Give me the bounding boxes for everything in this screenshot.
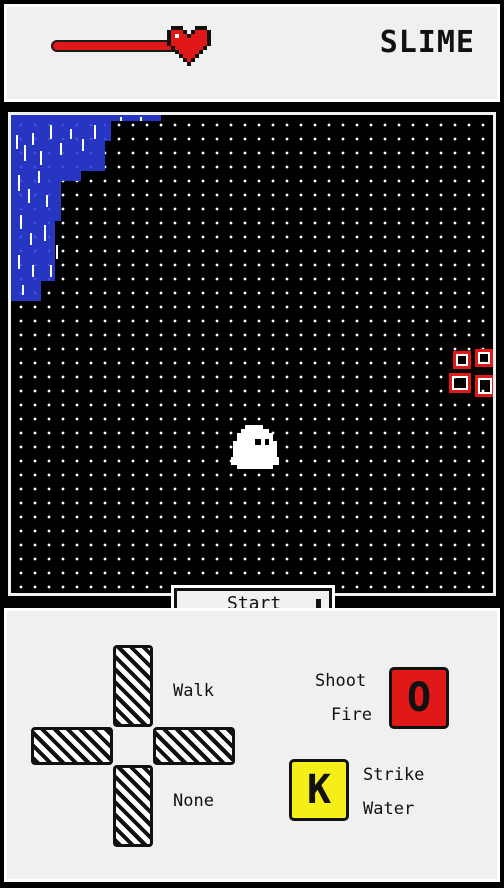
health-bar: [51, 40, 185, 52]
dpad-up-button[interactable]: [113, 645, 153, 727]
water-tile: [11, 115, 161, 301]
game-title: SLIME: [379, 25, 475, 60]
walk-label: Walk: [173, 681, 214, 701]
slime-player: [231, 425, 279, 469]
dpad-down-button[interactable]: [113, 765, 153, 847]
water-label: Water: [363, 799, 415, 819]
dpad-right-button[interactable]: [153, 727, 235, 765]
dpad-left-button[interactable]: [31, 727, 113, 765]
enemy-sprite: [449, 349, 493, 397]
shoot-label: Shoot: [315, 671, 367, 691]
water-key-button[interactable]: K: [289, 759, 349, 821]
control-panel: Walk None Shoot Fire O K Strike Water: [4, 608, 500, 882]
fire-label: Fire: [331, 705, 372, 725]
strike-label: Strike: [363, 765, 425, 785]
game-field[interactable]: [8, 112, 496, 596]
fire-key-button[interactable]: O: [389, 667, 449, 729]
status-header: SLIME: [4, 4, 500, 102]
heart-icon: [167, 26, 211, 66]
dpad-center: [113, 727, 153, 765]
none-label: None: [173, 791, 214, 811]
